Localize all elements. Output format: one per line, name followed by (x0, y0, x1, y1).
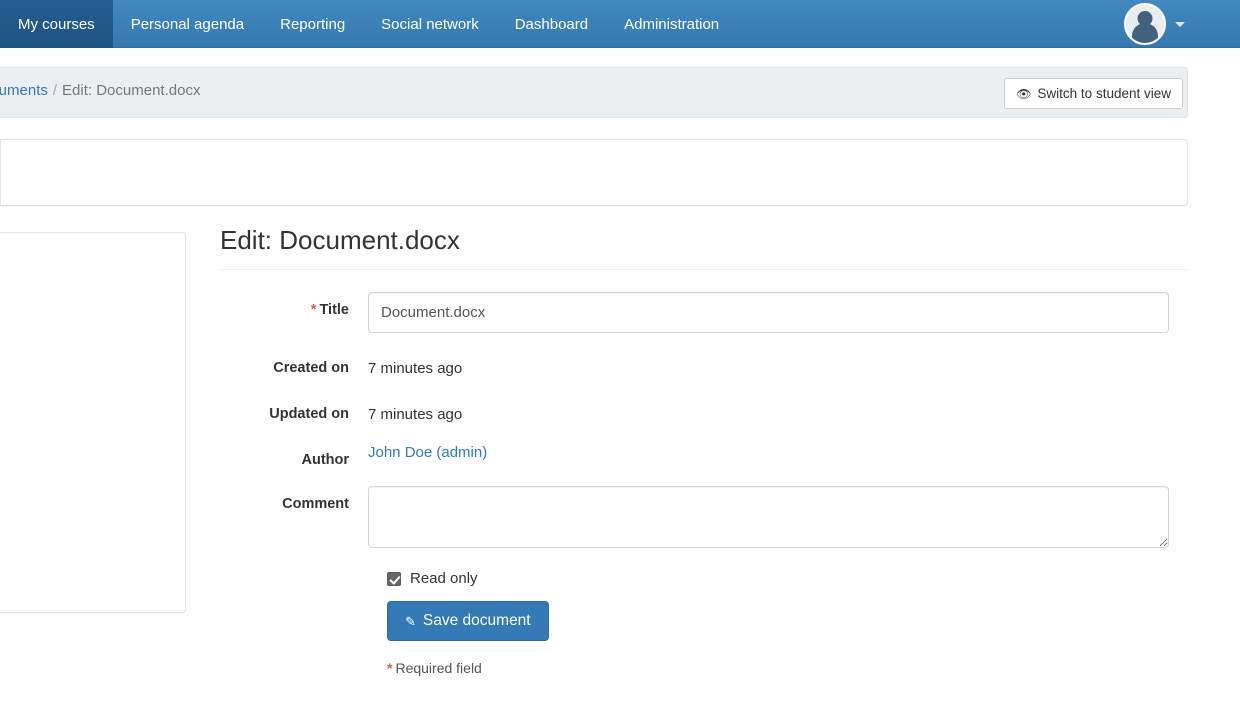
save-document-button[interactable]: ✎ Save document (387, 601, 549, 641)
form-row-created-on: Created on 7 minutes ago (220, 350, 1188, 379)
updated-on-label: Updated on (220, 396, 368, 424)
user-menu[interactable] (1124, 0, 1185, 48)
title-label-text: Title (319, 302, 349, 318)
read-only-label[interactable]: Read only (410, 570, 478, 587)
updated-on-wrap: 7 minutes ago (368, 396, 1188, 425)
form-row-updated-on: Updated on 7 minutes ago (220, 396, 1188, 425)
nav-item-dashboard[interactable]: Dashboard (497, 0, 606, 48)
avatar-body-shape (1132, 23, 1158, 43)
eye-icon: 👁 (1016, 88, 1031, 100)
author-link[interactable]: John Doe (admin) (368, 436, 487, 461)
form-row-title: *Title (220, 292, 1188, 333)
title-field-label: *Title (220, 292, 368, 320)
chevron-down-icon[interactable] (1175, 22, 1185, 27)
author-wrap: John Doe (admin) (368, 442, 1188, 463)
breadcrumb-bar: Documents / Edit: Document.docx 👁 Switch t… (0, 67, 1188, 118)
title-divider (220, 269, 1188, 270)
left-side-panel (0, 232, 186, 613)
nav-item-my-courses[interactable]: My courses (0, 0, 113, 48)
title-input[interactable] (368, 292, 1169, 333)
read-only-checkbox-row[interactable]: Read only (387, 570, 1188, 587)
top-navbar: My courses Personal agenda Reporting Soc… (0, 0, 1240, 48)
top-panel-left-edge (0, 140, 1, 205)
author-label: Author (220, 442, 368, 470)
breadcrumb-item-current: Edit: Document.docx (62, 82, 200, 99)
breadcrumb-separator: / (53, 82, 57, 99)
nav-item-social-network[interactable]: Social network (363, 0, 497, 48)
top-content-panel (0, 139, 1188, 206)
main-content: Edit: Document.docx *Title Created on 7 … (220, 226, 1188, 676)
comment-wrap (368, 486, 1188, 548)
user-avatar-icon[interactable] (1124, 3, 1166, 45)
created-on-wrap: 7 minutes ago (368, 350, 1188, 379)
edit-document-form: *Title Created on 7 minutes ago Updated … (220, 292, 1188, 677)
nav-item-personal-agenda[interactable]: Personal agenda (113, 0, 262, 48)
pencil-icon: ✎ (405, 615, 416, 628)
breadcrumb-item-documents[interactable]: Documents (0, 82, 48, 99)
comment-textarea[interactable] (368, 486, 1169, 548)
comment-label: Comment (220, 486, 368, 514)
title-field-wrap (368, 292, 1188, 333)
read-only-checkbox[interactable] (387, 572, 401, 586)
required-asterisk-note: * (387, 660, 392, 676)
nav-item-administration[interactable]: Administration (606, 0, 737, 48)
created-on-value: 7 minutes ago (368, 350, 1188, 379)
required-asterisk-title: * (311, 302, 317, 318)
switch-to-student-view-label: Switch to student view (1037, 86, 1171, 101)
save-document-label: Save document (423, 612, 531, 630)
updated-on-value: 7 minutes ago (368, 396, 1188, 425)
switch-to-student-view-button[interactable]: 👁 Switch to student view (1004, 78, 1183, 109)
page-title: Edit: Document.docx (220, 226, 1188, 269)
created-on-label: Created on (220, 350, 368, 378)
required-field-note: *Required field (387, 660, 1188, 676)
required-field-text: Required field (395, 660, 481, 676)
form-row-author: Author John Doe (admin) (220, 442, 1188, 470)
form-row-comment: Comment (220, 486, 1188, 548)
breadcrumb: Documents / Edit: Document.docx (0, 82, 200, 99)
main-nav: My courses Personal agenda Reporting Soc… (0, 0, 737, 48)
nav-item-reporting[interactable]: Reporting (262, 0, 363, 48)
